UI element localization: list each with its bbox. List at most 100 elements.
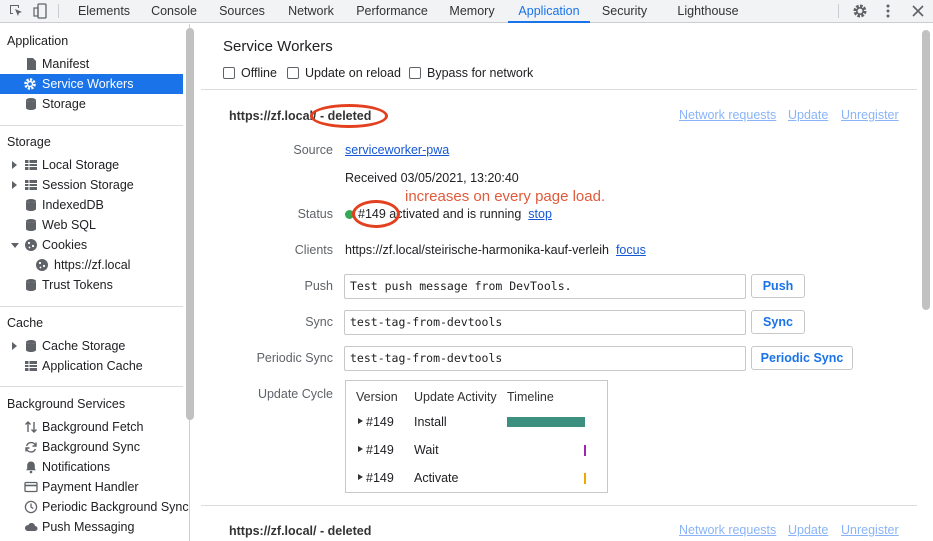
- worker-origin-url: https://zf.local/: [229, 524, 317, 538]
- settings-gear-icon[interactable]: [852, 3, 868, 19]
- device-toolbar-icon[interactable]: [33, 3, 49, 19]
- sync-button[interactable]: Sync: [751, 310, 805, 334]
- sidebar-item-label: Cookies: [42, 238, 88, 252]
- checkbox-box[interactable]: [409, 67, 421, 79]
- sidebar-item-application-cache[interactable]: Application Cache: [0, 356, 183, 376]
- update-link[interactable]: Update: [788, 523, 828, 537]
- cloud-icon: [24, 520, 38, 534]
- section-divider: [0, 125, 183, 126]
- focus-link[interactable]: focus: [616, 243, 646, 257]
- cycle-row-version: #149: [366, 471, 394, 485]
- sync-label: Sync: [305, 315, 333, 329]
- sidebar-item-cookies[interactable]: Cookies: [0, 235, 183, 255]
- toolbar-divider: [838, 4, 839, 18]
- database-icon: [24, 198, 38, 212]
- sidebar-scrollbar[interactable]: [186, 28, 194, 420]
- tab-security[interactable]: Security: [597, 0, 652, 22]
- sync-tag-input[interactable]: test-tag-from-devtools: [344, 310, 746, 335]
- database-icon: [24, 97, 38, 111]
- expand-arrow-icon[interactable]: [12, 342, 17, 350]
- sidebar-item-label: Payment Handler: [42, 480, 139, 494]
- periodic-sync-tag-input[interactable]: test-tag-from-devtools: [344, 346, 746, 371]
- client-url: https://zf.local/steirische-harmonika-ka…: [345, 243, 609, 257]
- clock-icon: [24, 500, 38, 514]
- tab-sources[interactable]: Sources: [212, 0, 272, 22]
- sidebar-item-cache-storage[interactable]: Cache Storage: [0, 336, 183, 356]
- expand-row-icon[interactable]: [358, 418, 363, 424]
- tab-console[interactable]: Console: [145, 0, 203, 22]
- update-cycle-table: Version Update Activity Timeline #149 In…: [345, 380, 608, 493]
- database-icon: [24, 339, 38, 353]
- sidebar-item-background-sync[interactable]: Background Sync: [0, 437, 183, 457]
- main-scrollbar[interactable]: [922, 30, 930, 310]
- sidebar-item-label: Background Fetch: [42, 420, 144, 434]
- update-link[interactable]: Update: [788, 108, 828, 122]
- toolbar-divider: [58, 4, 59, 18]
- sidebar-item-indexeddb[interactable]: IndexedDB: [0, 195, 183, 215]
- checkbox-box[interactable]: [223, 67, 235, 79]
- offline-checkbox[interactable]: Offline: [223, 66, 277, 80]
- push-message-input[interactable]: Test push message from DevTools.: [344, 274, 746, 299]
- network-requests-link[interactable]: Network requests: [679, 523, 776, 537]
- sidebar-item-label: https://zf.local: [54, 258, 131, 272]
- section-divider: [201, 89, 917, 90]
- sidebar-item-push-messaging[interactable]: Push Messaging: [0, 517, 183, 537]
- sidebar-item-background-fetch[interactable]: Background Fetch: [0, 417, 183, 437]
- tab-elements[interactable]: Elements: [70, 0, 138, 22]
- timeline-bar-wait: [584, 445, 586, 456]
- sidebar-item-label: Cache Storage: [42, 339, 126, 353]
- annotation-circle: [310, 104, 388, 128]
- update-on-reload-checkbox[interactable]: Update on reload: [287, 66, 401, 80]
- section-title-background-services: Background Services: [7, 397, 126, 411]
- sidebar-item-service-workers[interactable]: Service Workers: [0, 74, 183, 94]
- source-value: serviceworker-pwa: [345, 143, 449, 157]
- expand-row-icon[interactable]: [358, 474, 363, 480]
- sidebar-item-cookie-origin[interactable]: https://zf.local: [0, 255, 183, 275]
- unregister-link[interactable]: Unregister: [841, 523, 899, 537]
- sidebar-item-local-storage[interactable]: Local Storage: [0, 155, 183, 175]
- inspect-element-icon[interactable]: [8, 3, 24, 19]
- sync-icon: [24, 440, 38, 454]
- sidebar-item-web-sql[interactable]: Web SQL: [0, 215, 183, 235]
- gear-icon: [23, 77, 37, 91]
- source-label: Source: [293, 143, 333, 157]
- application-sidebar: Application Manifest Service Workers Sto…: [0, 24, 190, 541]
- tab-memory[interactable]: Memory: [444, 0, 500, 22]
- tab-application[interactable]: Application: [508, 0, 590, 23]
- update-cycle-label: Update Cycle: [257, 387, 333, 401]
- checkbox-box[interactable]: [287, 67, 299, 79]
- checkbox-label: Offline: [241, 66, 277, 80]
- expand-arrow-icon[interactable]: [12, 181, 17, 189]
- sidebar-item-trust-tokens[interactable]: Trust Tokens: [0, 275, 183, 295]
- sidebar-item-label: Background Sync: [42, 440, 140, 454]
- database-icon: [24, 278, 38, 292]
- periodic-sync-button[interactable]: Periodic Sync: [751, 346, 853, 370]
- push-button[interactable]: Push: [751, 274, 805, 298]
- sidebar-item-notifications[interactable]: Notifications: [0, 457, 183, 477]
- sidebar-item-label: Manifest: [42, 57, 90, 71]
- expand-arrow-icon[interactable]: [12, 161, 17, 169]
- tab-lighthouse[interactable]: Lighthouse: [672, 0, 744, 22]
- expand-row-icon[interactable]: [358, 446, 363, 452]
- sidebar-item-manifest[interactable]: Manifest: [0, 54, 183, 74]
- unregister-link[interactable]: Unregister: [841, 108, 899, 122]
- more-vertical-icon[interactable]: [880, 3, 896, 19]
- sidebar-item-payment-handler[interactable]: Payment Handler: [0, 477, 183, 497]
- bell-icon: [24, 460, 38, 474]
- bypass-for-network-checkbox[interactable]: Bypass for network: [409, 66, 533, 80]
- tab-performance[interactable]: Performance: [350, 0, 434, 22]
- tab-network[interactable]: Network: [282, 0, 340, 22]
- cycle-row-activity: Wait: [414, 443, 439, 457]
- sidebar-item-storage[interactable]: Storage: [0, 94, 183, 114]
- stop-link[interactable]: stop: [528, 207, 552, 221]
- sidebar-item-periodic-background-sync[interactable]: Periodic Background Sync: [0, 497, 189, 517]
- column-header-update-activity: Update Activity: [414, 390, 497, 404]
- sidebar-item-session-storage[interactable]: Session Storage: [0, 175, 183, 195]
- source-link[interactable]: serviceworker-pwa: [345, 143, 449, 157]
- network-requests-link[interactable]: Network requests: [679, 108, 776, 122]
- annotation-circle: [352, 200, 400, 228]
- collapse-arrow-icon[interactable]: [11, 243, 19, 248]
- close-icon[interactable]: [910, 3, 926, 19]
- section-divider: [0, 306, 183, 307]
- database-icon: [24, 218, 38, 232]
